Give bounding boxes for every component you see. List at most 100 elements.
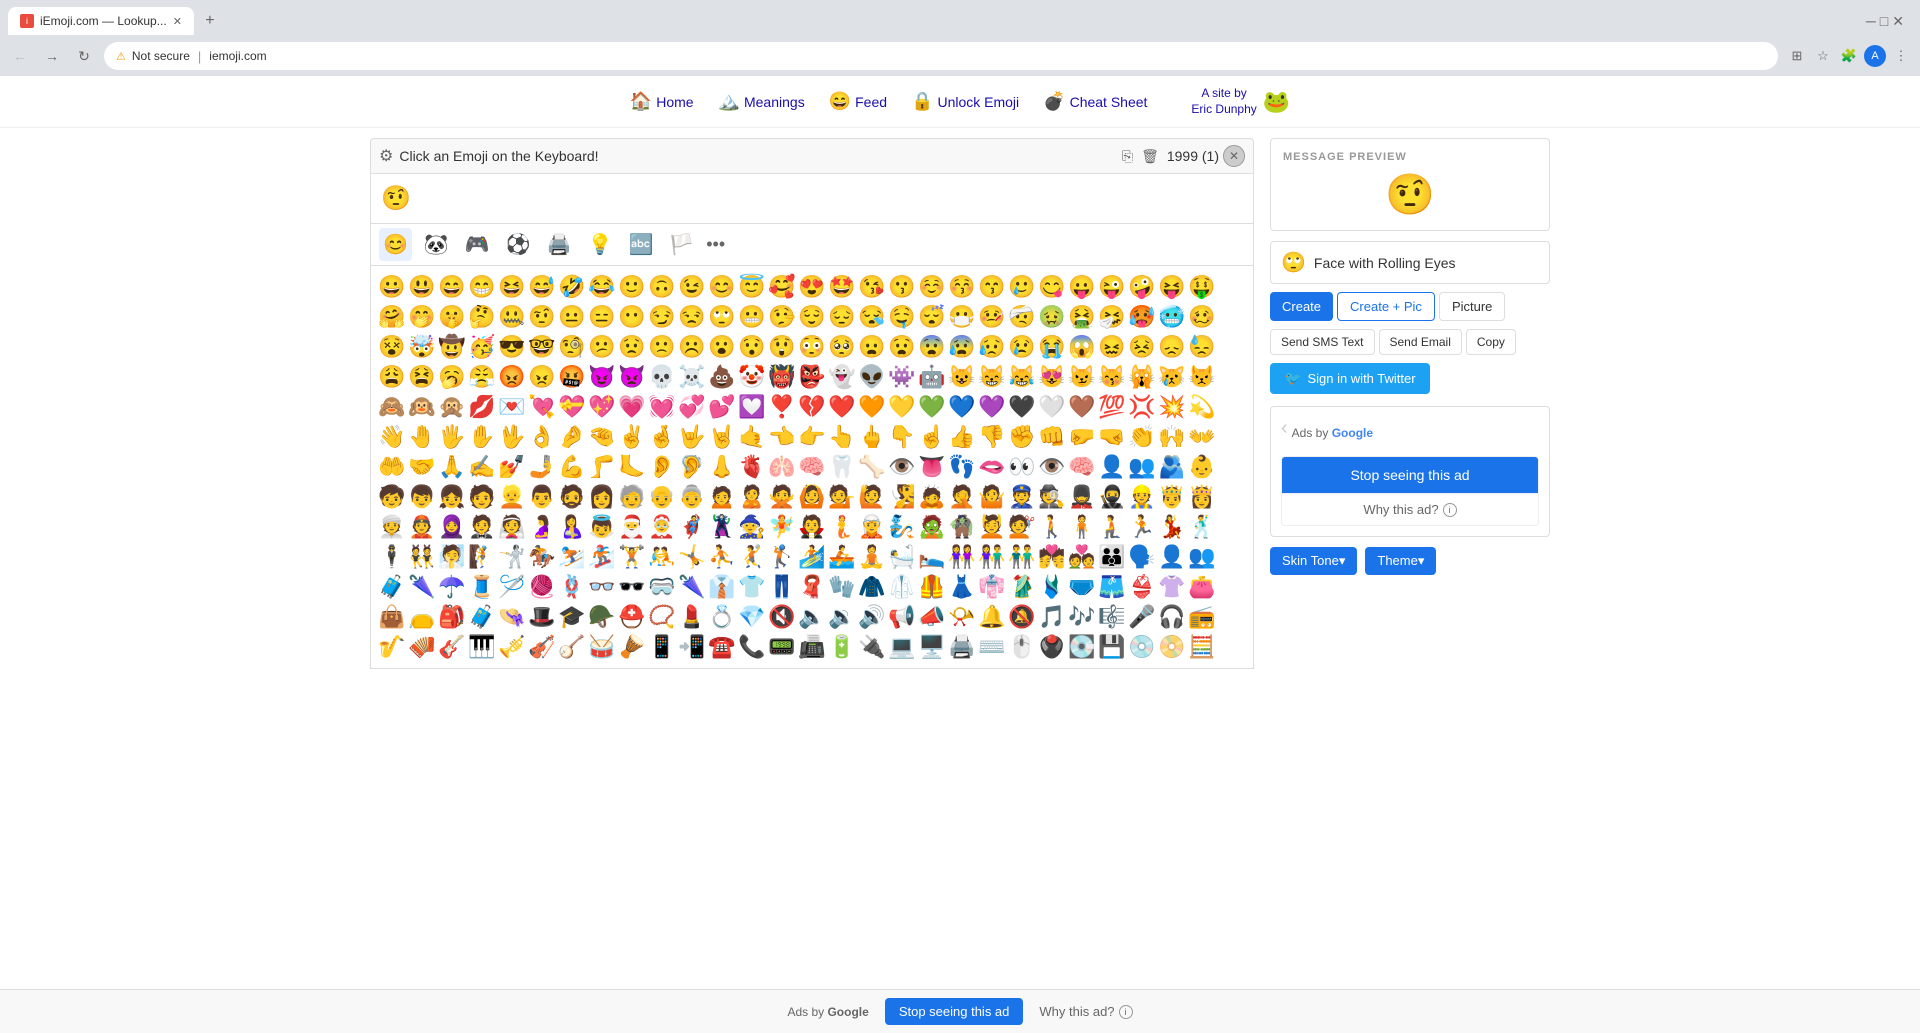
emoji-cell[interactable]: 👛 xyxy=(1187,572,1217,602)
emoji-cell[interactable]: 😪 xyxy=(857,302,887,332)
emoji-cell[interactable]: 😓 xyxy=(1187,332,1217,362)
emoji-cell[interactable]: 🤴 xyxy=(1157,482,1187,512)
emoji-cell[interactable]: 🙃 xyxy=(647,272,677,302)
emoji-cell[interactable]: 😯 xyxy=(737,332,767,362)
emoji-cell[interactable]: ✍️ xyxy=(467,452,497,482)
menu-icon[interactable]: ⋮ xyxy=(1890,45,1912,67)
emoji-cell[interactable]: ❤️ xyxy=(827,392,857,422)
emoji-cell[interactable]: 🧖 xyxy=(437,542,467,572)
cat-activities[interactable]: ⚽ xyxy=(502,228,535,261)
emoji-cell[interactable]: 😦 xyxy=(857,332,887,362)
emoji-cell[interactable]: 👓 xyxy=(587,572,617,602)
emoji-cell[interactable]: 🤭 xyxy=(407,302,437,332)
emoji-cell[interactable]: ⛹️ xyxy=(707,542,737,572)
emoji-cell[interactable]: 🫁 xyxy=(767,452,797,482)
emoji-cell[interactable]: 🚶 xyxy=(1037,512,1067,542)
emoji-cell[interactable]: 😜 xyxy=(1097,272,1127,302)
emoji-cell[interactable]: 💋 xyxy=(467,392,497,422)
emoji-cell[interactable]: 💓 xyxy=(647,392,677,422)
emoji-cell[interactable]: 🪡 xyxy=(497,572,527,602)
cat-more[interactable]: ••• xyxy=(706,234,725,255)
cat-symbols[interactable]: 💡 xyxy=(584,228,617,261)
emoji-cell[interactable]: 👵 xyxy=(677,482,707,512)
emoji-cell[interactable]: 💌 xyxy=(497,392,527,422)
emoji-cell[interactable]: 💆 xyxy=(977,512,1007,542)
emoji-cell[interactable]: 🤯 xyxy=(407,332,437,362)
emoji-cell[interactable]: 🤘 xyxy=(707,422,737,452)
emoji-cell[interactable]: 😿 xyxy=(1157,362,1187,392)
emoji-cell[interactable]: 😟 xyxy=(617,332,647,362)
emoji-cell[interactable]: 💖 xyxy=(587,392,617,422)
emoji-cell[interactable]: 🔋 xyxy=(827,632,857,662)
emoji-cell[interactable]: 🪗 xyxy=(407,632,437,662)
emoji-cell[interactable]: 🔇 xyxy=(767,602,797,632)
emoji-cell[interactable]: 🩲 xyxy=(1067,572,1097,602)
emoji-cell[interactable]: ✋ xyxy=(467,422,497,452)
emoji-cell[interactable]: 😼 xyxy=(1067,362,1097,392)
emoji-cell[interactable]: 🧏 xyxy=(887,482,917,512)
emoji-cell[interactable]: 💕 xyxy=(707,392,737,422)
emoji-cell[interactable]: 🎩 xyxy=(527,602,557,632)
emoji-cell[interactable]: 🎅 xyxy=(617,512,647,542)
emoji-cell[interactable]: 🤍 xyxy=(1037,392,1067,422)
why-this-ad-button[interactable]: Why this ad? i xyxy=(1282,493,1538,525)
emoji-cell[interactable]: 🎶 xyxy=(1067,602,1097,632)
emoji-cell[interactable]: 😘 xyxy=(857,272,887,302)
emoji-cell[interactable]: 👊 xyxy=(1037,422,1067,452)
emoji-cell[interactable]: 😹 xyxy=(1007,362,1037,392)
cat-objects[interactable]: 🎮 xyxy=(461,228,494,261)
emoji-cell[interactable]: 👆 xyxy=(827,422,857,452)
emoji-cell[interactable]: 💿 xyxy=(1127,632,1157,662)
emoji-cell[interactable]: 🕺 xyxy=(1187,512,1217,542)
emoji-cell[interactable]: 👘 xyxy=(977,572,1007,602)
create-button[interactable]: Create xyxy=(1270,292,1333,321)
puzzle-icon[interactable]: 🧩 xyxy=(1838,45,1860,67)
tab-close-button[interactable]: ✕ xyxy=(173,15,182,28)
emoji-cell[interactable]: 😶 xyxy=(617,302,647,332)
emoji-cell[interactable]: 🧚 xyxy=(767,512,797,542)
emoji-cell[interactable]: 🤙 xyxy=(737,422,767,452)
emoji-cell[interactable]: 🤝 xyxy=(407,452,437,482)
emoji-cell[interactable]: 🎸 xyxy=(437,632,467,662)
emoji-cell[interactable]: 👤 xyxy=(1157,542,1187,572)
emoji-cell[interactable]: 🥺 xyxy=(827,332,857,362)
emoji-cell[interactable]: 👯 xyxy=(407,542,437,572)
emoji-cell[interactable]: 🥵 xyxy=(1127,302,1157,332)
forward-button[interactable]: → xyxy=(40,44,64,68)
emoji-cell[interactable]: 🤓 xyxy=(527,332,557,362)
emoji-cell[interactable]: 🖕 xyxy=(857,422,887,452)
emoji-cell[interactable]: ☠️ xyxy=(677,362,707,392)
emoji-cell[interactable]: 🤎 xyxy=(1067,392,1097,422)
emoji-cell[interactable]: 🙄 xyxy=(707,302,737,332)
picture-button[interactable]: Picture xyxy=(1439,292,1505,321)
settings-icon[interactable]: ⚙ xyxy=(379,146,393,166)
emoji-cell[interactable]: 👶 xyxy=(1187,452,1217,482)
emoji-cell[interactable]: 😏 xyxy=(647,302,677,332)
emoji-cell[interactable]: 😸 xyxy=(977,362,1007,392)
emoji-cell[interactable]: 👋 xyxy=(377,422,407,452)
emoji-cell[interactable]: 🤫 xyxy=(437,302,467,332)
emoji-cell[interactable]: 💘 xyxy=(527,392,557,422)
emoji-cell[interactable]: 😗 xyxy=(887,272,917,302)
emoji-cell[interactable]: 🕴️ xyxy=(377,542,407,572)
emoji-cell[interactable]: 🙍 xyxy=(707,482,737,512)
emoji-cell[interactable]: 😆 xyxy=(497,272,527,302)
emoji-cell[interactable]: 💩 xyxy=(707,362,737,392)
emoji-cell[interactable]: 🥼 xyxy=(887,572,917,602)
emoji-cell[interactable]: 🦵 xyxy=(587,452,617,482)
emoji-cell[interactable]: 👔 xyxy=(707,572,737,602)
emoji-cell[interactable]: 👩 xyxy=(587,482,617,512)
emoji-cell[interactable]: 🤠 xyxy=(437,332,467,362)
emoji-cell[interactable]: 😻 xyxy=(1037,362,1067,392)
emoji-cell[interactable]: 😵 xyxy=(377,332,407,362)
emoji-cell[interactable]: 👏 xyxy=(1127,422,1157,452)
url-bar[interactable]: ⚠ Not secure | iemoji.com xyxy=(104,42,1778,70)
emoji-cell[interactable]: 😀 xyxy=(377,272,407,302)
emoji-cell[interactable]: ❣️ xyxy=(767,392,797,422)
emoji-cell[interactable]: 😢 xyxy=(1007,332,1037,362)
emoji-cell[interactable]: 🎤 xyxy=(1127,602,1157,632)
emoji-cell[interactable]: 🖖 xyxy=(497,422,527,452)
emoji-cell[interactable]: 🧟 xyxy=(917,512,947,542)
emoji-cell[interactable]: 💫 xyxy=(1187,392,1217,422)
emoji-cell[interactable]: 💃 xyxy=(1157,512,1187,542)
